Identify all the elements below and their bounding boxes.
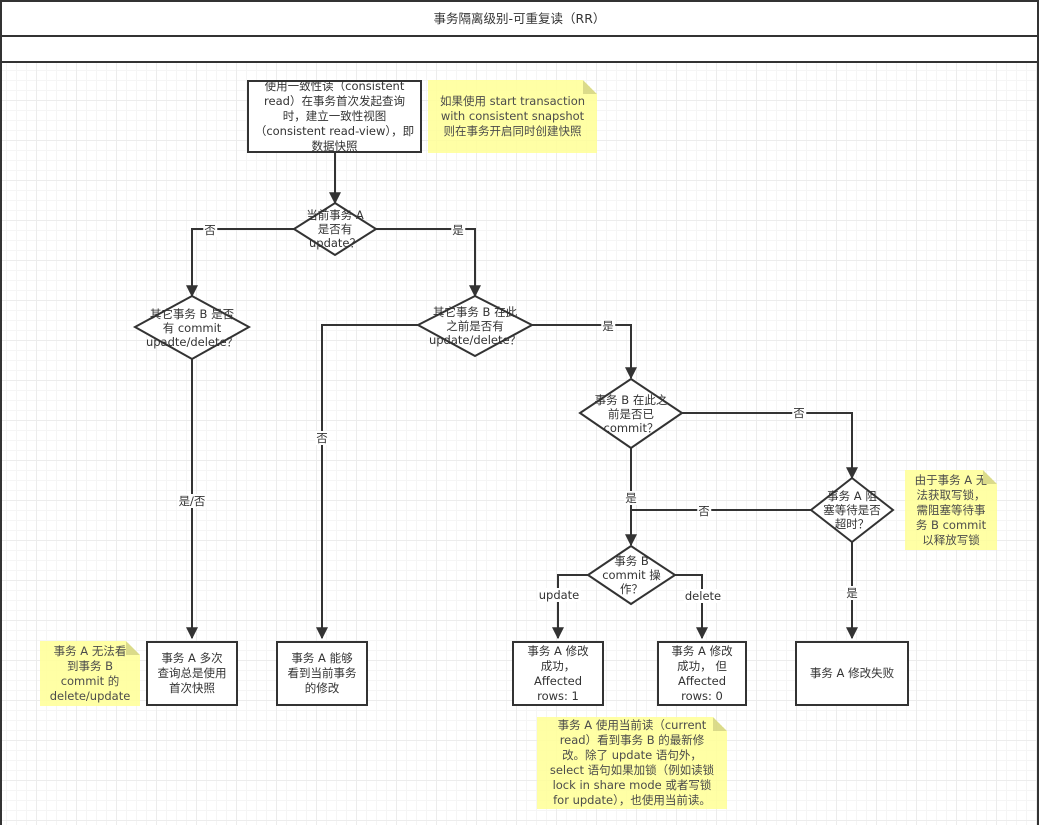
result-affected-1: 事务 A 修改 成功， Affected rows: 1 [512, 641, 604, 706]
note-consistent-snapshot: 如果使用 start transaction with consistent s… [428, 80, 597, 153]
result-modify-failed: 事务 A 修改失败 [795, 641, 909, 706]
edge-label-op-update: update [537, 588, 581, 602]
result-first-snapshot: 事务 A 多次 查询总是使用 首次快照 [146, 641, 238, 706]
result-affected-0: 事务 A 修改 成功， 但 Affected rows: 0 [657, 641, 747, 706]
edge-label-b-before-no: 否 [315, 431, 329, 445]
diagram-canvas [2, 63, 1037, 825]
edge-label-committed-no: 否 [792, 406, 806, 420]
edge-label-b-commit-yesno: 是/否 [177, 494, 207, 508]
diagram-subheader [0, 37, 1039, 63]
edge-label-timeout-yes: 是 [845, 586, 859, 600]
note-text: 事务 A 无法看 到事务 B commit 的 delete/update [49, 643, 131, 703]
note-blocked-waiting: 由于事务 A 无 法获取写锁， 需阻塞等待事 务 B commit 以释放写锁 [905, 470, 997, 550]
edge-label-a-yes: 是 [451, 223, 465, 237]
note-text: 由于事务 A 无 法获取写锁， 需阻塞等待事 务 B commit 以释放写锁 [914, 472, 988, 547]
start-node: 使用一致性读（consistent read）在事务首次发起查询时，建立一致性视… [247, 79, 422, 153]
edge-label-committed-yes: 是 [624, 491, 638, 505]
edge-label-op-delete: delete [683, 589, 723, 603]
edge-label-timeout-no: 否 [697, 504, 711, 518]
note-text: 事务 A 使用当前读（current read）看到事务 B 的最新修 改。除了… [549, 718, 715, 807]
note-current-read: 事务 A 使用当前读（current read）看到事务 B 的最新修 改。除了… [537, 717, 727, 809]
note-text: 如果使用 start transaction with consistent s… [439, 94, 586, 138]
edge-label-b-before-yes: 是 [601, 319, 615, 333]
diagram-title: 事务隔离级别-可重复读（RR） [0, 0, 1039, 37]
note-invisible-changes: 事务 A 无法看 到事务 B commit 的 delete/update [40, 641, 140, 706]
result-see-own-changes: 事务 A 能够 看到当前事务 的修改 [276, 641, 368, 706]
edge-label-a-no: 否 [203, 223, 217, 237]
